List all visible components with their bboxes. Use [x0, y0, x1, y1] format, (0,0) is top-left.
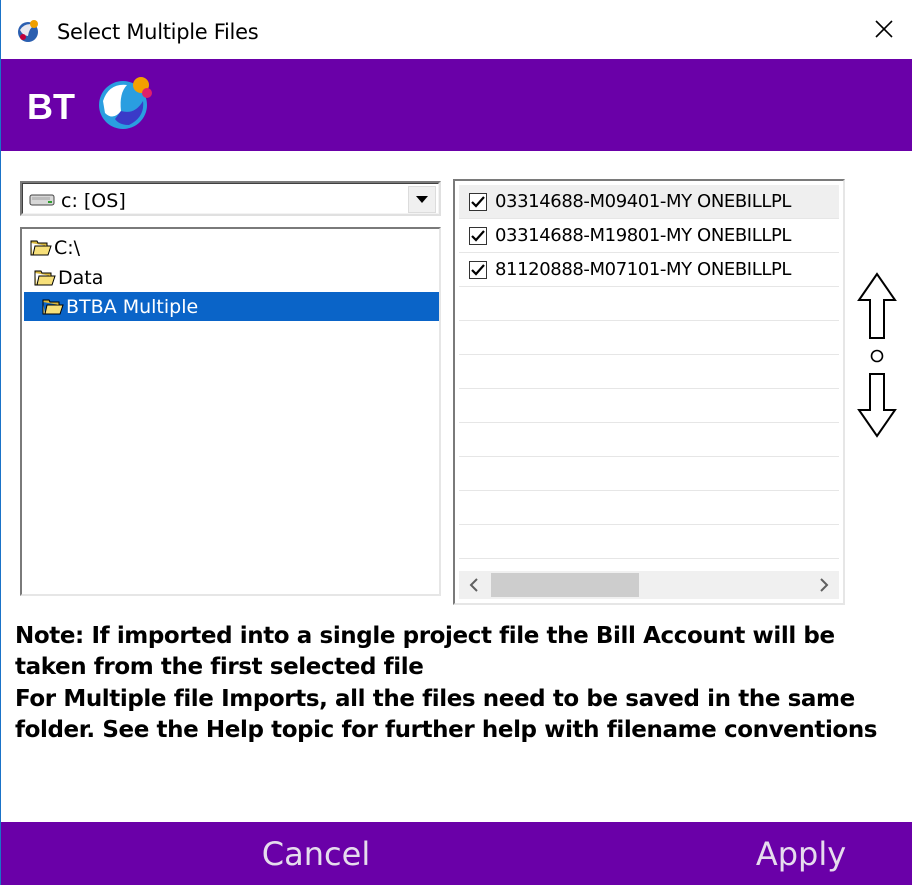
- bt-logo: BT: [27, 77, 152, 129]
- open-folder-icon: [34, 270, 56, 285]
- file-list-empty-row: [459, 457, 839, 491]
- file-checkbox[interactable]: [469, 260, 487, 279]
- file-list-item[interactable]: 03314688-M19801-MY ONEBILLPL: [459, 219, 839, 253]
- brand-banner: BT: [1, 59, 912, 151]
- file-list-item[interactable]: 03314688-M09401-MY ONEBILLPL: [459, 185, 839, 219]
- footer-bar: Cancel Apply: [1, 822, 912, 885]
- scroll-left-button[interactable]: [459, 571, 489, 599]
- open-folder-icon: [30, 240, 52, 255]
- file-list[interactable]: 03314688-M09401-MY ONEBILLPL 03314688-M1…: [453, 179, 845, 605]
- bt-globe-icon: [18, 20, 38, 42]
- chevron-right-icon: [820, 578, 829, 592]
- file-checkbox[interactable]: [469, 192, 487, 211]
- folder-item-label: Data: [58, 266, 104, 289]
- drive-selector-value: c: [OS]: [61, 190, 126, 212]
- cancel-button[interactable]: Cancel: [201, 822, 431, 885]
- close-icon: [875, 20, 893, 38]
- dropdown-arrow-button[interactable]: [408, 186, 436, 213]
- file-list-empty-row: [459, 287, 839, 321]
- note-multiple-imports: For Multiple file Imports, all the files…: [15, 686, 878, 743]
- folder-tree[interactable]: C:\ Data BTBA Multiple: [20, 227, 441, 596]
- checkmark-icon: [471, 195, 485, 208]
- note-single-project: Note: If imported into a single project …: [15, 623, 835, 680]
- folder-item-root[interactable]: C:\: [30, 233, 84, 262]
- file-list-empty-row: [459, 355, 839, 389]
- chevron-left-icon: [469, 578, 478, 592]
- chevron-down-icon: [416, 195, 428, 203]
- order-separator-dot: [870, 349, 884, 363]
- file-checkbox[interactable]: [469, 226, 487, 245]
- title-bar: Select Multiple Files: [1, 0, 912, 58]
- file-list-empty-row: [459, 321, 839, 355]
- arrow-down-icon[interactable]: [857, 373, 897, 438]
- svg-text:BT: BT: [27, 86, 75, 127]
- file-list-empty-row: [459, 525, 839, 559]
- file-list-empty-row: [459, 389, 839, 423]
- folder-item-label: C:\: [54, 236, 81, 259]
- order-controls: [857, 272, 897, 438]
- folder-item-btba-multiple[interactable]: BTBA Multiple: [24, 292, 439, 321]
- file-list-item[interactable]: 81120888-M07101-MY ONEBILLPL: [459, 253, 839, 287]
- checkmark-icon: [471, 229, 485, 242]
- apply-button[interactable]: Apply: [691, 822, 911, 885]
- file-list-empty-row: [459, 423, 839, 457]
- file-name: 81120888-M07101-MY ONEBILLPL: [495, 259, 792, 280]
- open-folder-icon: [42, 299, 64, 314]
- folder-item-label: BTBA Multiple: [66, 295, 199, 318]
- folder-item-data[interactable]: Data: [34, 263, 107, 292]
- window-title: Select Multiple Files: [57, 20, 259, 44]
- scroll-right-button[interactable]: [809, 571, 839, 599]
- checkmark-icon: [471, 263, 485, 276]
- file-name: 03314688-M09401-MY ONEBILLPL: [495, 191, 792, 212]
- close-button[interactable]: [855, 0, 912, 58]
- drive-icon: [29, 194, 55, 206]
- drive-selector[interactable]: c: [OS]: [20, 181, 441, 216]
- arrow-up-icon[interactable]: [857, 272, 897, 339]
- horizontal-scrollbar[interactable]: [459, 571, 839, 599]
- scrollbar-thumb[interactable]: [491, 573, 639, 597]
- select-multiple-files-dialog: Select Multiple Files BT c: [OS] C:\ Dat…: [0, 0, 912, 885]
- file-list-empty-row: [459, 491, 839, 525]
- file-name: 03314688-M19801-MY ONEBILLPL: [495, 225, 792, 246]
